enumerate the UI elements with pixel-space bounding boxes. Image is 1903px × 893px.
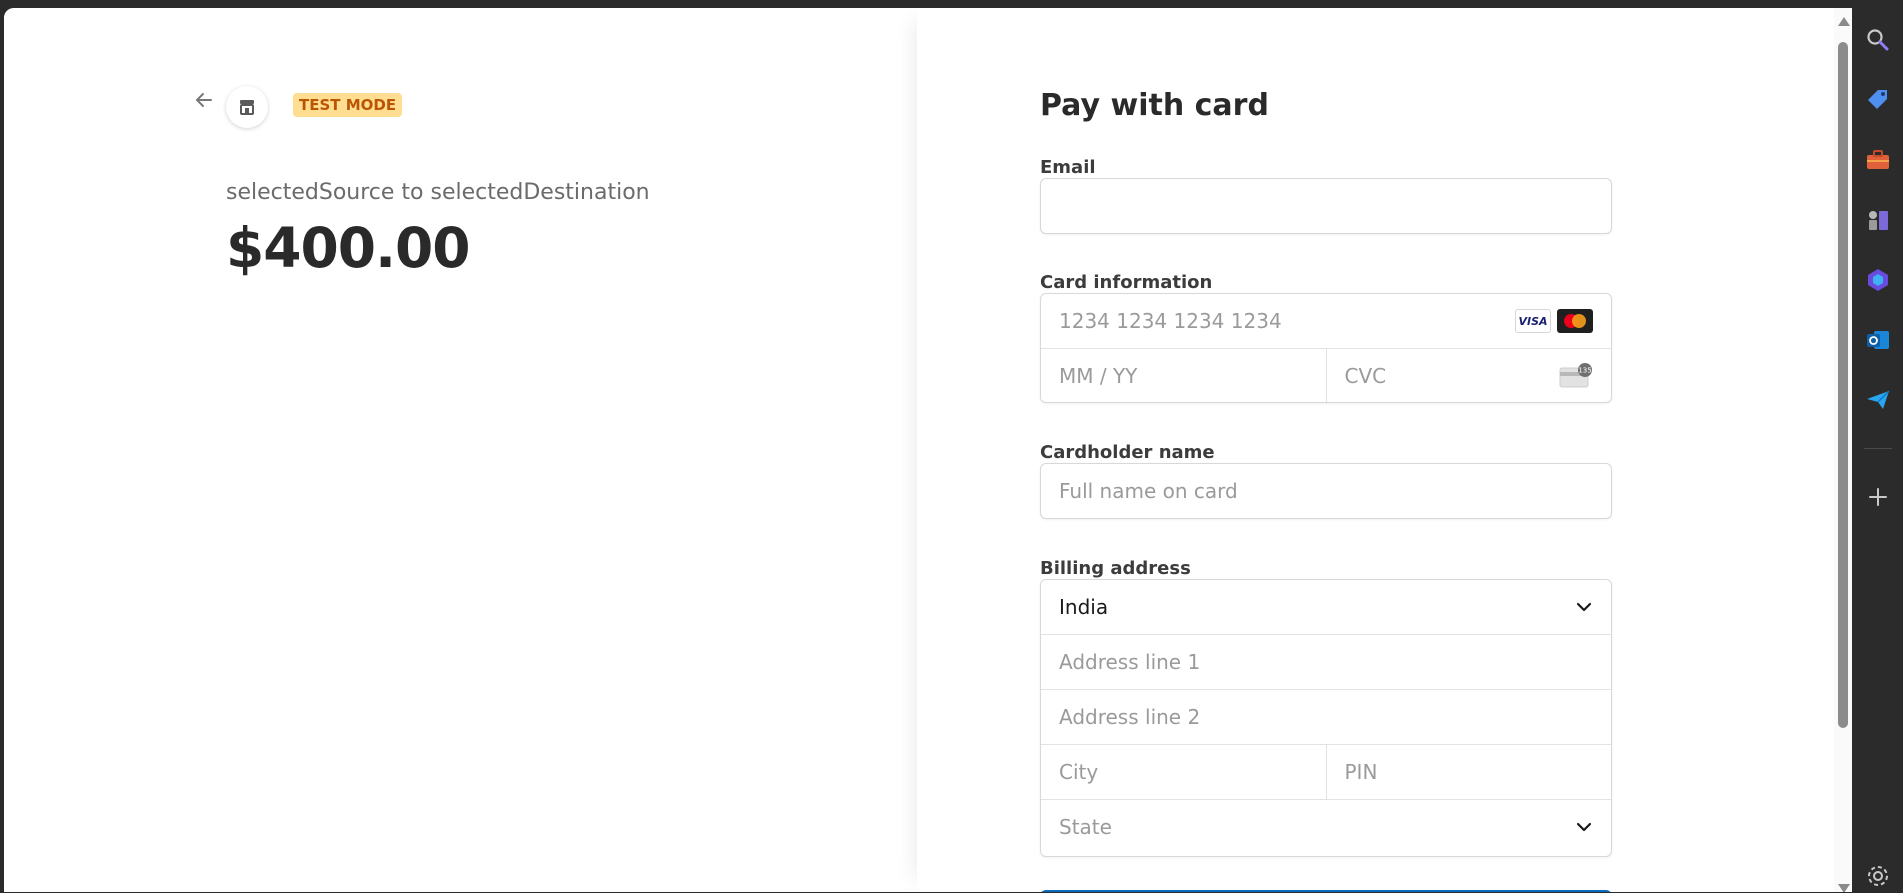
billing-address-group: India State — [1040, 579, 1612, 857]
order-summary-pane: TEST MODE selectedSource to selectedDest… — [4, 8, 917, 892]
email-label: Email — [1040, 157, 1096, 178]
chess-icon[interactable] — [1865, 207, 1891, 233]
browser-sidebar — [1852, 0, 1903, 892]
cvc-icon-digits: 135 — [1578, 367, 1591, 375]
scroll-down-arrow-icon[interactable] — [1838, 884, 1850, 892]
tag-icon[interactable] — [1865, 87, 1891, 113]
send-icon[interactable] — [1865, 387, 1891, 413]
settings-icon[interactable] — [1865, 863, 1891, 889]
address-line2-input[interactable] — [1041, 690, 1611, 744]
visa-icon: VISA — [1515, 309, 1551, 333]
scroll-up-arrow-icon[interactable] — [1838, 17, 1850, 26]
total-price: $400.00 — [226, 216, 471, 280]
cardholder-name-input[interactable] — [1040, 463, 1612, 519]
card-number-row: VISA — [1041, 294, 1611, 349]
store-button[interactable] — [226, 86, 268, 128]
page-scrollbar[interactable] — [1834, 8, 1852, 892]
cvc-card-icon: 135 — [1559, 363, 1592, 388]
chevron-down-icon — [1576, 822, 1592, 832]
outlook-icon[interactable] — [1865, 327, 1891, 353]
address-line2-row — [1041, 690, 1611, 745]
sidebar-separator — [1864, 448, 1892, 449]
card-expiry-cvc-row: 135 — [1041, 349, 1611, 402]
country-value: India — [1059, 595, 1109, 619]
chevron-down-icon — [1576, 602, 1592, 612]
search-icon[interactable] — [1865, 27, 1891, 53]
checkout-window: TEST MODE selectedSource to selectedDest… — [4, 8, 1852, 892]
address-line1-input[interactable] — [1041, 635, 1611, 689]
toolbox-icon[interactable] — [1865, 147, 1891, 173]
card-brands: VISA — [1515, 309, 1593, 333]
store-icon — [240, 100, 254, 115]
copilot-icon[interactable] — [1865, 267, 1891, 293]
address-line1-row — [1041, 635, 1611, 690]
email-input[interactable] — [1040, 178, 1612, 234]
scrollbar-thumb[interactable] — [1838, 42, 1848, 728]
card-information-group: VISA 135 — [1040, 293, 1612, 403]
billing-address-label: Billing address — [1040, 558, 1191, 579]
pin-input[interactable] — [1326, 745, 1611, 799]
back-arrow-icon[interactable] — [194, 90, 214, 110]
expiry-input[interactable] — [1041, 349, 1326, 402]
add-icon[interactable] — [1865, 484, 1891, 510]
form-title: Pay with card — [1040, 88, 1269, 123]
mastercard-icon — [1557, 309, 1593, 333]
state-select[interactable]: State — [1041, 800, 1611, 854]
country-select[interactable]: India — [1041, 580, 1611, 635]
city-input[interactable] — [1041, 745, 1326, 799]
product-name: selectedSource to selectedDestination — [226, 180, 650, 205]
payment-pane: Pay with card Email Card information VIS… — [917, 8, 1834, 892]
state-placeholder: State — [1059, 815, 1112, 839]
card-information-label: Card information — [1040, 272, 1213, 293]
cardholder-name-label: Cardholder name — [1040, 442, 1215, 463]
test-mode-badge: TEST MODE — [293, 93, 403, 117]
city-pin-row — [1041, 745, 1611, 800]
